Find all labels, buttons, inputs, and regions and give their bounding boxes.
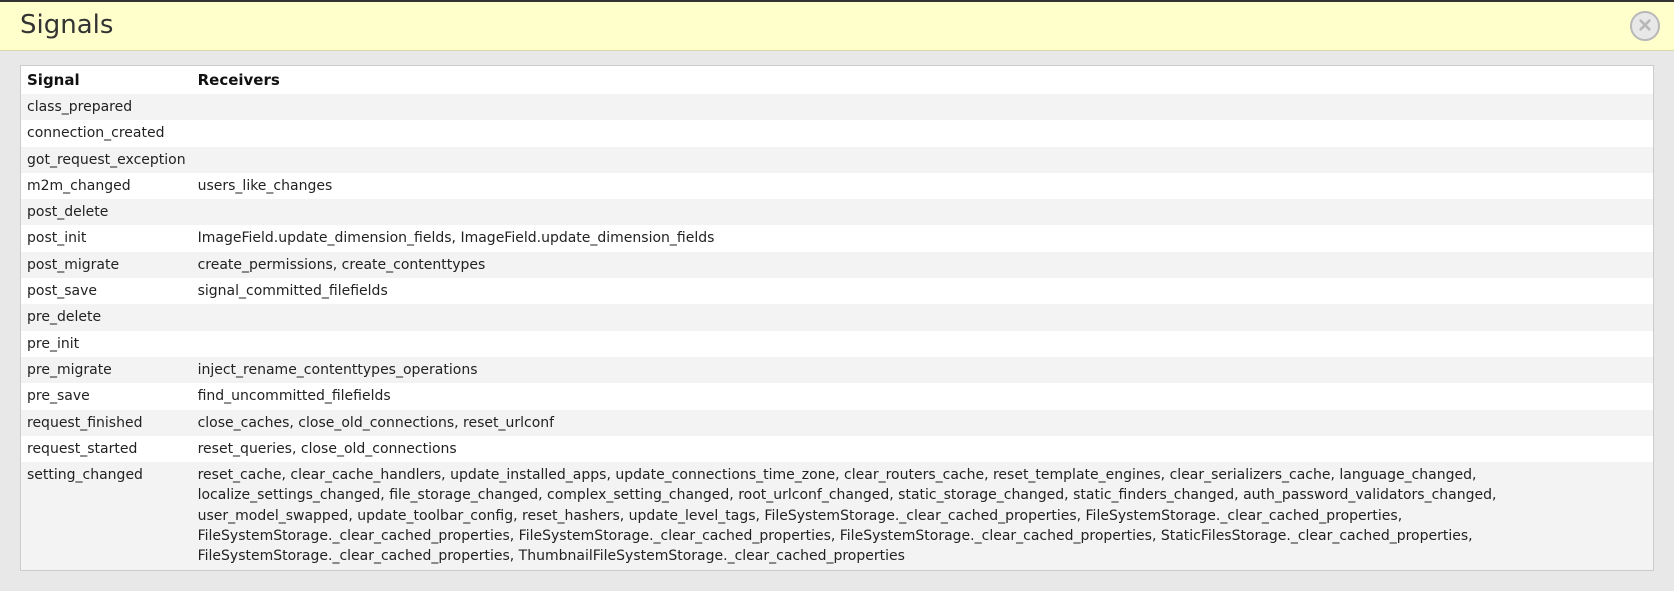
receivers-cell: signal_committed_filefields xyxy=(192,278,1654,304)
table-row: pre_migrateinject_rename_contenttypes_op… xyxy=(21,357,1654,383)
table-row: post_savesignal_committed_filefields xyxy=(21,278,1654,304)
table-row: pre_init xyxy=(21,331,1654,357)
receivers-cell: find_uncommitted_filefields xyxy=(192,383,1654,409)
table-row: pre_savefind_uncommitted_filefields xyxy=(21,383,1654,409)
table-row: class_prepared xyxy=(21,94,1654,120)
signal-cell: pre_delete xyxy=(21,304,192,330)
signal-cell: post_migrate xyxy=(21,252,192,278)
panel-content: Signal Receivers class_preparedconnectio… xyxy=(0,51,1674,591)
signal-cell: post_init xyxy=(21,225,192,251)
signal-cell: class_prepared xyxy=(21,94,192,120)
signal-cell: m2m_changed xyxy=(21,173,192,199)
signal-cell: request_finished xyxy=(21,410,192,436)
receivers-cell xyxy=(192,331,1654,357)
table-header-row: Signal Receivers xyxy=(21,66,1654,95)
receivers-cell: reset_queries, close_old_connections xyxy=(192,436,1654,462)
close-button[interactable] xyxy=(1630,11,1660,41)
signals-table: Signal Receivers class_preparedconnectio… xyxy=(20,65,1654,571)
table-row: request_finishedclose_caches, close_old_… xyxy=(21,410,1654,436)
panel-header: Signals xyxy=(0,2,1674,51)
signal-cell: post_save xyxy=(21,278,192,304)
receivers-cell: ImageField.update_dimension_fields, Imag… xyxy=(192,225,1654,251)
table-row: post_migratecreate_permissions, create_c… xyxy=(21,252,1654,278)
table-row: post_delete xyxy=(21,199,1654,225)
signal-cell: request_started xyxy=(21,436,192,462)
table-row: m2m_changedusers_like_changes xyxy=(21,173,1654,199)
signal-cell: pre_save xyxy=(21,383,192,409)
table-row: post_initImageField.update_dimension_fie… xyxy=(21,225,1654,251)
receivers-cell: reset_cache, clear_cache_handlers, updat… xyxy=(192,462,1654,570)
table-row: setting_changedreset_cache, clear_cache_… xyxy=(21,462,1654,570)
table-row: connection_created xyxy=(21,120,1654,146)
signals-table-body: class_preparedconnection_createdgot_requ… xyxy=(21,94,1654,570)
receivers-cell xyxy=(192,304,1654,330)
panel-title: Signals xyxy=(20,10,1654,40)
table-row: pre_delete xyxy=(21,304,1654,330)
signal-cell: got_request_exception xyxy=(21,147,192,173)
column-header-receivers: Receivers xyxy=(192,66,1654,95)
receivers-cell xyxy=(192,147,1654,173)
receivers-cell: inject_rename_contenttypes_operations xyxy=(192,357,1654,383)
table-row: got_request_exception xyxy=(21,147,1654,173)
receivers-cell xyxy=(192,199,1654,225)
signal-cell: pre_migrate xyxy=(21,357,192,383)
column-header-signal: Signal xyxy=(21,66,192,95)
receivers-cell: users_like_changes xyxy=(192,173,1654,199)
table-row: request_startedreset_queries, close_old_… xyxy=(21,436,1654,462)
signal-cell: setting_changed xyxy=(21,462,192,570)
receivers-cell xyxy=(192,94,1654,120)
signal-cell: connection_created xyxy=(21,120,192,146)
receivers-cell: create_permissions, create_contenttypes xyxy=(192,252,1654,278)
close-icon xyxy=(1638,18,1652,35)
signal-cell: post_delete xyxy=(21,199,192,225)
receivers-cell xyxy=(192,120,1654,146)
signal-cell: pre_init xyxy=(21,331,192,357)
receivers-cell: close_caches, close_old_connections, res… xyxy=(192,410,1654,436)
